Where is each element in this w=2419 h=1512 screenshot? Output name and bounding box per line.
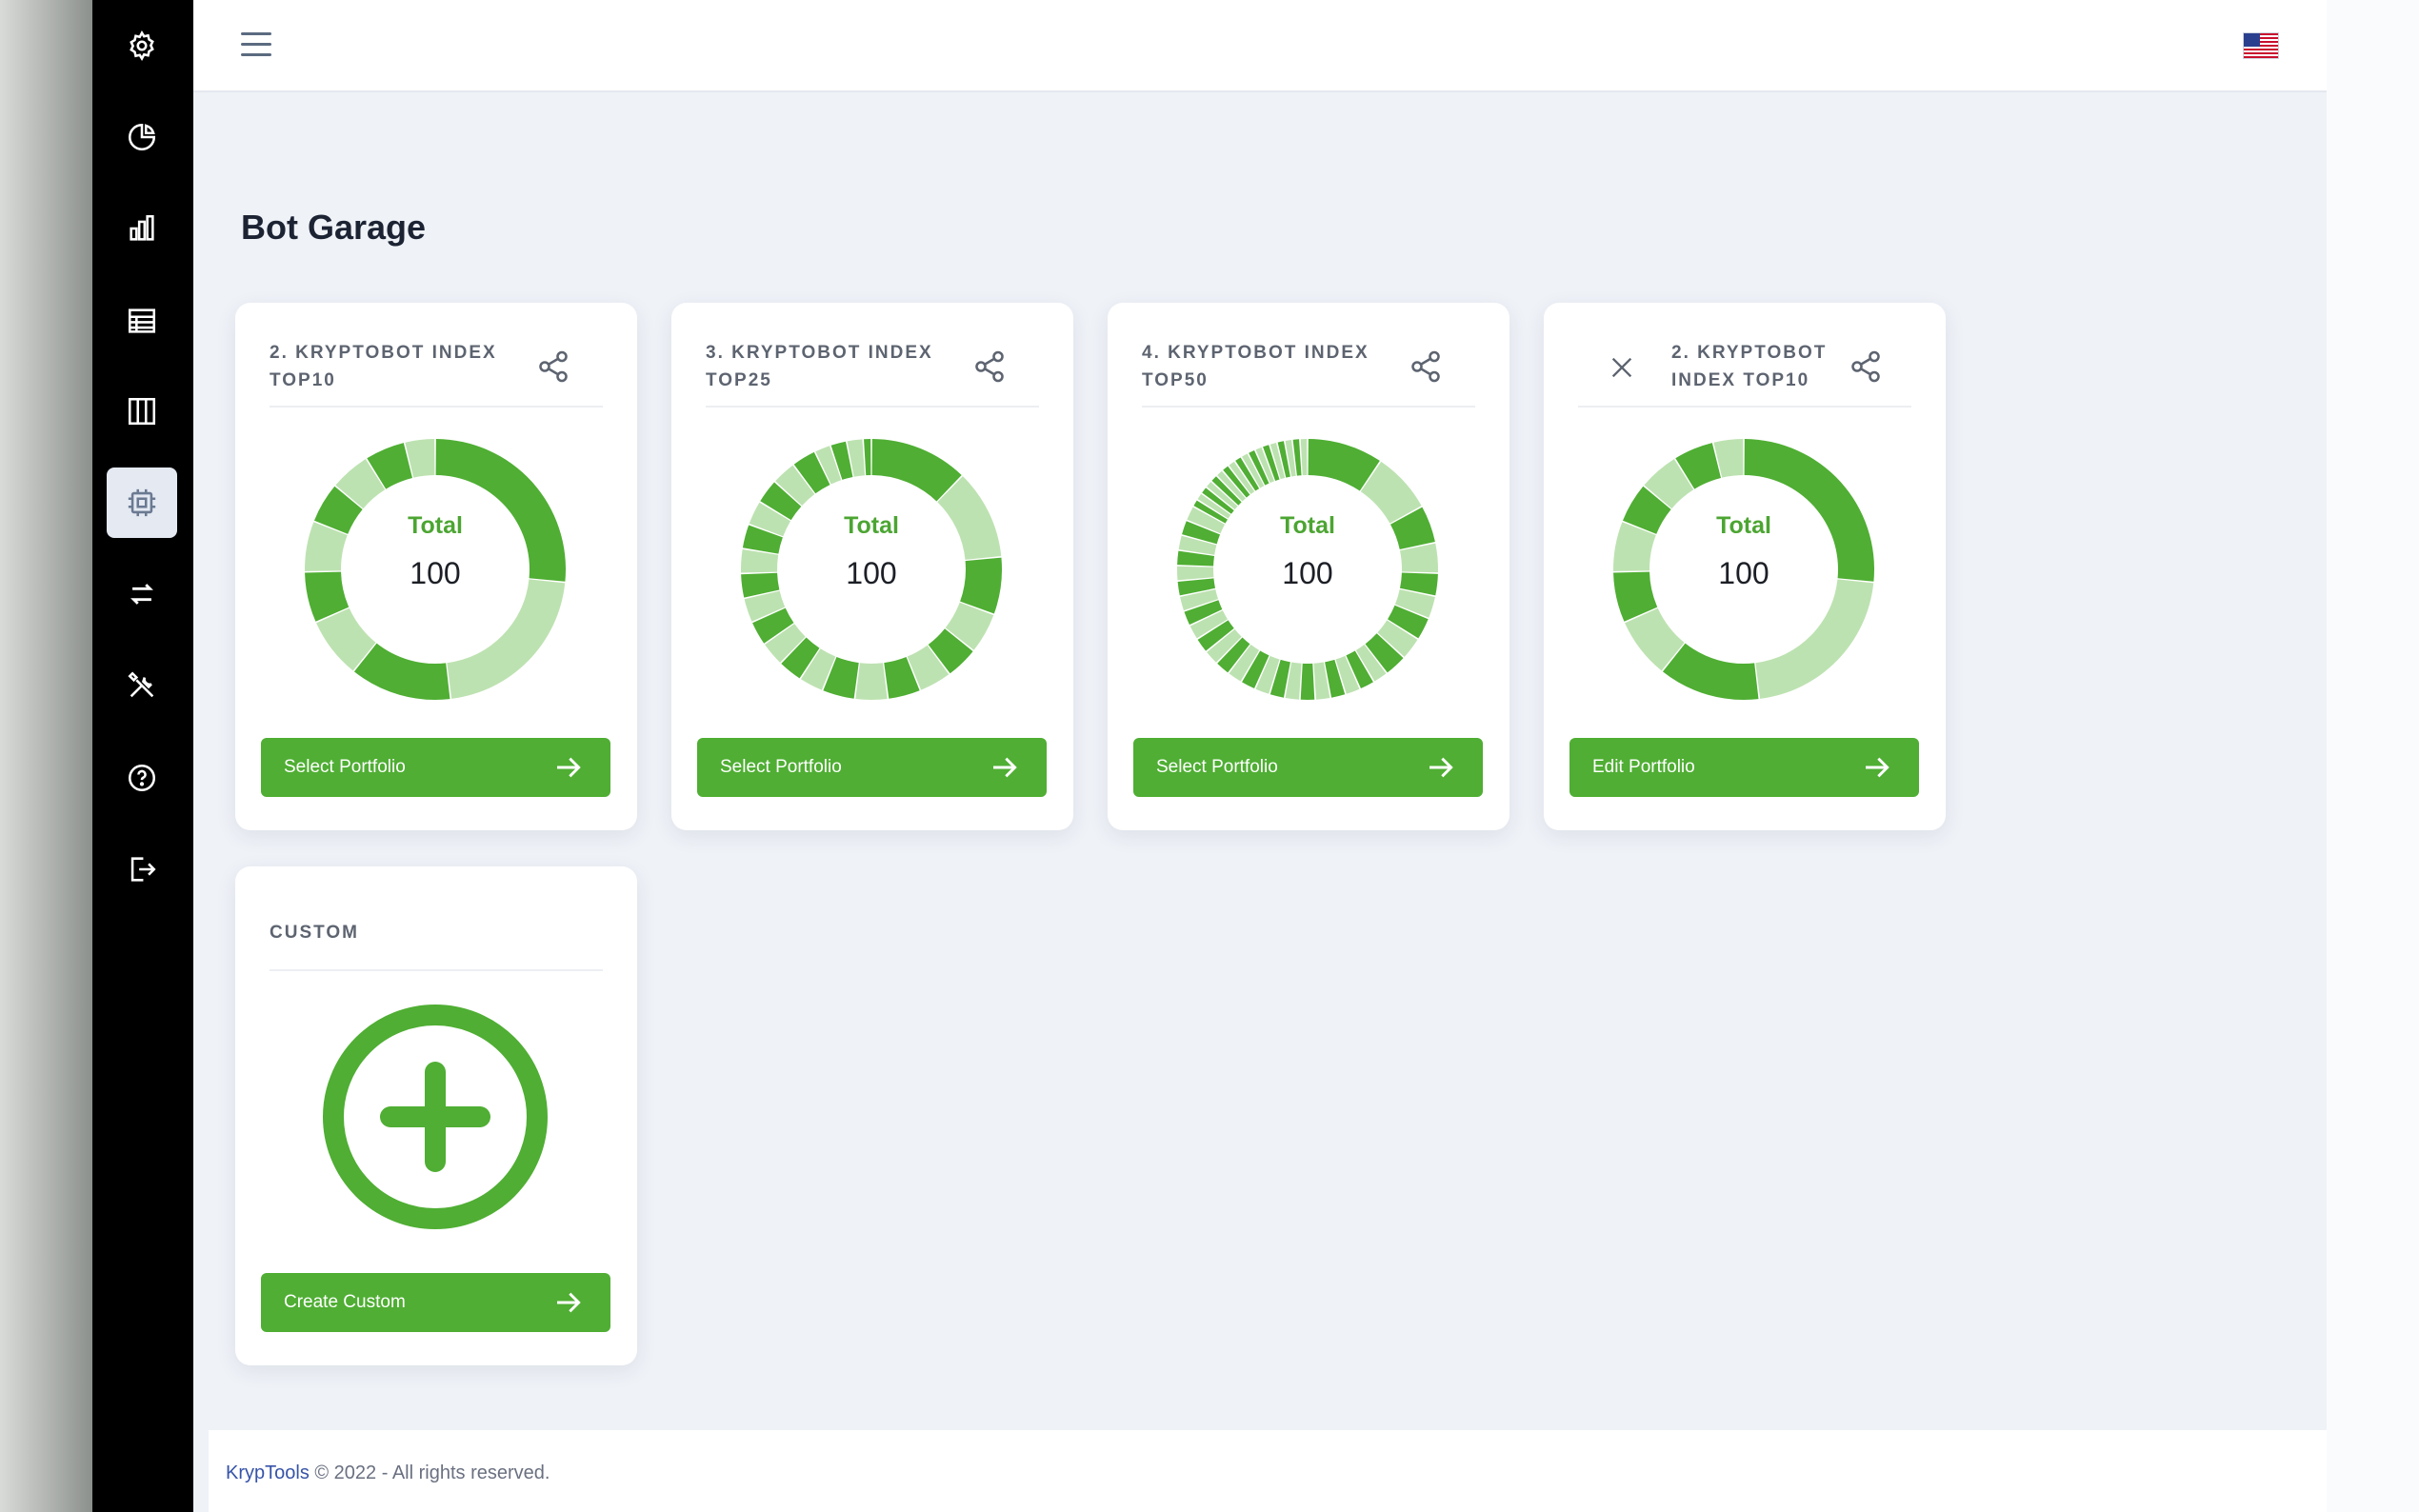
plus-circle-icon[interactable] xyxy=(321,1003,550,1231)
sidebar-item-transfer[interactable] xyxy=(107,559,177,629)
sidebar-item-tools[interactable] xyxy=(107,650,177,721)
card-divider xyxy=(1142,406,1475,408)
donut-segment xyxy=(855,663,888,701)
sidebar-item-portfolio-overview[interactable] xyxy=(107,102,177,172)
button-label: Select Portfolio xyxy=(284,757,406,777)
edit-portfolio-button[interactable]: Edit Portfolio xyxy=(1569,738,1919,797)
footer-copyright: © 2022 - All rights reserved. xyxy=(314,1462,550,1483)
donut-segment xyxy=(1300,439,1308,476)
gear-icon xyxy=(130,30,154,62)
portfolio-card: 2. KRYPTOBOT INDEX TOP10 Total 100 Selec… xyxy=(235,303,637,830)
donut-total-value: 100 xyxy=(846,556,897,590)
table-icon xyxy=(128,308,156,333)
custom-portfolio-card: CUSTOM Create Custom xyxy=(235,866,637,1365)
donut-total-label: Total xyxy=(1280,512,1335,539)
card-title: 4. KRYPTOBOT INDEX TOP50 xyxy=(1142,343,1369,390)
card-title: 3. KRYPTOBOT INDEX TOP25 xyxy=(706,343,933,390)
donut-total-label: Total xyxy=(1716,512,1771,539)
sidebar-item-logout[interactable] xyxy=(107,834,177,905)
main-content: Bot Garage 2. KRYPTOBOT INDEX TOP10 Tota… xyxy=(193,0,2327,1512)
footer-text: KrypTools © 2022 - All rights reserved. xyxy=(226,1462,550,1484)
donut-total-value: 100 xyxy=(1282,556,1333,590)
donut-segment xyxy=(447,579,566,699)
pie-chart-icon xyxy=(128,123,156,151)
sidebar-item-columns[interactable] xyxy=(107,376,177,447)
page-title: Bot Garage xyxy=(241,208,427,247)
select-portfolio-button[interactable]: Select Portfolio xyxy=(697,738,1047,797)
donut-total-value: 100 xyxy=(1718,556,1769,590)
top-bar xyxy=(193,0,2327,92)
button-label: Select Portfolio xyxy=(720,757,842,777)
us-flag-icon[interactable] xyxy=(2243,32,2279,59)
hamburger-menu-icon[interactable] xyxy=(241,32,271,59)
sidebar-item-settings[interactable] xyxy=(107,10,177,81)
arrow-right-icon xyxy=(1866,757,1889,778)
backdrop-right xyxy=(2327,0,2419,1512)
sidebar xyxy=(92,0,193,1512)
bar-chart-icon xyxy=(130,214,154,241)
help-icon xyxy=(128,764,156,792)
donut-total-value: 100 xyxy=(410,556,461,590)
cpu-chip-icon xyxy=(128,488,156,517)
close-icon[interactable] xyxy=(1609,354,1635,381)
share-icon[interactable] xyxy=(1409,349,1443,384)
donut-segment xyxy=(1755,579,1874,699)
sidebar-item-help[interactable] xyxy=(107,743,177,813)
button-label: Create Custom xyxy=(284,1292,406,1312)
portfolio-card: 2. KRYPTOBOT INDEX TOP10 Total 100 Edit … xyxy=(1544,303,1946,830)
card-title: 2. KRYPTOBOT INDEX TOP10 xyxy=(270,343,497,390)
columns-icon xyxy=(128,397,156,426)
donut-segment xyxy=(864,439,871,476)
donut-segment xyxy=(1662,643,1759,700)
share-icon[interactable] xyxy=(1849,349,1883,384)
card-divider xyxy=(270,406,603,408)
backdrop-left xyxy=(0,0,92,1512)
card-divider xyxy=(706,406,1039,408)
button-label: Select Portfolio xyxy=(1156,757,1278,777)
portfolio-card: 4. KRYPTOBOT INDEX TOP50 Total 100 Selec… xyxy=(1108,303,1509,830)
share-icon[interactable] xyxy=(536,349,570,384)
transfer-arrows-icon xyxy=(130,584,153,605)
card-title: CUSTOM xyxy=(270,923,359,943)
tools-icon xyxy=(128,671,154,698)
footer-brand-link[interactable]: KrypTools xyxy=(226,1462,310,1483)
arrow-right-icon xyxy=(557,757,581,778)
portfolio-card: 3. KRYPTOBOT INDEX TOP25 Total 100 Selec… xyxy=(671,303,1073,830)
footer: KrypTools © 2022 - All rights reserved. xyxy=(209,1430,2327,1512)
logout-icon xyxy=(130,857,156,882)
card-divider xyxy=(1578,406,1911,408)
card-divider xyxy=(270,969,603,971)
donut-total-label: Total xyxy=(844,512,899,539)
select-portfolio-button[interactable]: Select Portfolio xyxy=(1133,738,1483,797)
donut-segment xyxy=(1300,663,1315,701)
donut-segment xyxy=(353,643,450,700)
sidebar-item-statistics[interactable] xyxy=(107,193,177,264)
arrow-right-icon xyxy=(557,1292,581,1313)
arrow-right-icon xyxy=(1429,757,1453,778)
select-portfolio-button[interactable]: Select Portfolio xyxy=(261,738,610,797)
donut-total-label: Total xyxy=(408,512,463,539)
share-icon[interactable] xyxy=(972,349,1007,384)
button-label: Edit Portfolio xyxy=(1592,757,1695,777)
arrow-right-icon xyxy=(993,757,1017,778)
sidebar-item-bot-garage[interactable] xyxy=(107,468,177,538)
create-custom-button[interactable]: Create Custom xyxy=(261,1273,610,1332)
sidebar-item-table[interactable] xyxy=(107,286,177,356)
card-title: 2. KRYPTOBOT INDEX TOP10 xyxy=(1671,343,1828,390)
